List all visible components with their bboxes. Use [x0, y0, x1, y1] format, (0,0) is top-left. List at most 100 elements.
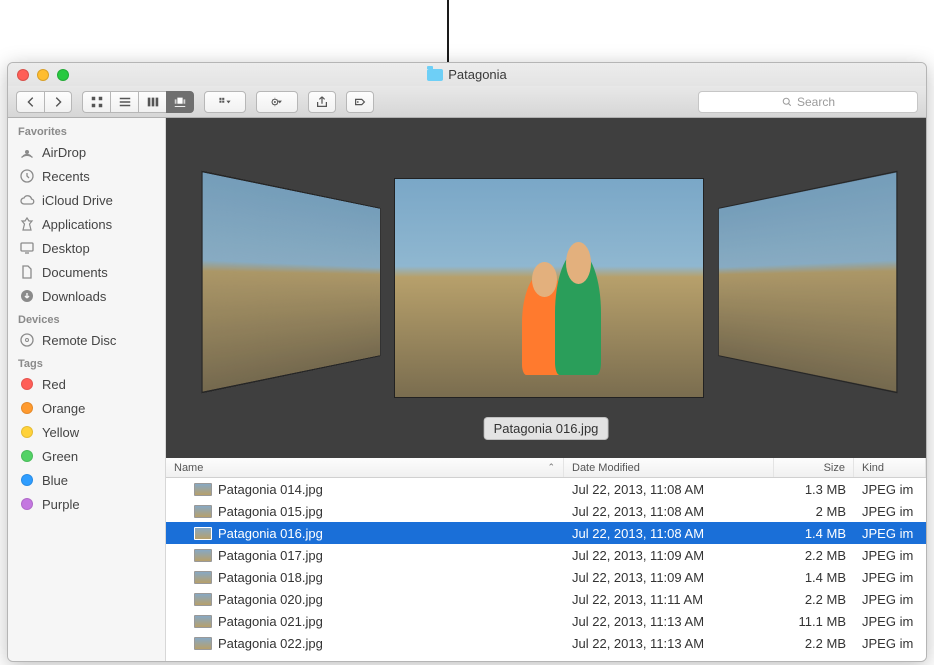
- file-name: Patagonia 016.jpg: [218, 526, 323, 541]
- list-view-button[interactable]: [110, 91, 138, 113]
- doc-icon: [18, 263, 36, 281]
- content-area: Patagonia 016.jpg Name⌃ Date Modified Si…: [166, 118, 926, 661]
- column-header-date[interactable]: Date Modified: [564, 458, 774, 477]
- table-row[interactable]: Patagonia 016.jpgJul 22, 2013, 11:08 AM1…: [166, 522, 926, 544]
- sidebar-item-label: Recents: [42, 169, 90, 184]
- table-row[interactable]: Patagonia 020.jpgJul 22, 2013, 11:11 AM2…: [166, 588, 926, 610]
- column-header-name[interactable]: Name⌃: [166, 458, 564, 477]
- sidebar-item-label: Blue: [42, 473, 68, 488]
- folder-icon: [427, 69, 443, 81]
- tag-dot-icon: [18, 447, 36, 465]
- share-group: [308, 91, 336, 113]
- file-name: Patagonia 017.jpg: [218, 548, 323, 563]
- toolbar: Search: [8, 86, 926, 118]
- file-size: 1.3 MB: [805, 482, 846, 497]
- sidebar-item-airdrop[interactable]: AirDrop: [8, 140, 165, 164]
- edit-tags-button[interactable]: [346, 91, 374, 113]
- file-size: 1.4 MB: [805, 570, 846, 585]
- window-title: Patagonia: [8, 67, 926, 82]
- disc-icon: [18, 331, 36, 349]
- table-row[interactable]: Patagonia 018.jpgJul 22, 2013, 11:09 AM1…: [166, 566, 926, 588]
- arrange-button[interactable]: [204, 91, 246, 113]
- search-icon: [781, 96, 793, 108]
- window-title-text: Patagonia: [448, 67, 507, 82]
- sidebar-item-desktop[interactable]: Desktop: [8, 236, 165, 260]
- file-date: Jul 22, 2013, 11:09 AM: [572, 548, 704, 563]
- sidebar-item-remote-disc[interactable]: Remote Disc: [8, 328, 165, 352]
- sidebar-item-documents[interactable]: Documents: [8, 260, 165, 284]
- sidebar-item-downloads[interactable]: Downloads: [8, 284, 165, 308]
- file-date: Jul 22, 2013, 11:08 AM: [572, 526, 704, 541]
- file-size: 2.2 MB: [805, 548, 846, 563]
- table-row[interactable]: Patagonia 017.jpg Jul 22, 2013, 11:09 AM 2…: [166, 544, 926, 566]
- coverflow-prev-image[interactable]: [201, 171, 380, 394]
- minimize-button[interactable]: [37, 69, 49, 81]
- window-controls: [17, 69, 69, 81]
- file-name: Patagonia 014.jpg: [218, 482, 323, 497]
- airdrop-icon: [18, 143, 36, 161]
- file-kind: JPEG im: [862, 592, 913, 607]
- coverflow-current-image[interactable]: [394, 178, 704, 398]
- sidebar-section-header: Tags: [8, 352, 165, 372]
- icon-view-button[interactable]: [82, 91, 110, 113]
- sidebar-item-orange[interactable]: Orange: [8, 396, 165, 420]
- column-view-button[interactable]: [138, 91, 166, 113]
- sidebar-item-blue[interactable]: Blue: [8, 468, 165, 492]
- sidebar-item-label: Yellow: [42, 425, 79, 440]
- file-size: 2.2 MB: [805, 636, 846, 651]
- file-name: Patagonia 022.jpg: [218, 636, 323, 651]
- sidebar-item-red[interactable]: Red: [8, 372, 165, 396]
- column-header-kind[interactable]: Kind: [854, 458, 926, 477]
- sidebar-item-green[interactable]: Green: [8, 444, 165, 468]
- file-thumbnail-icon: [194, 483, 212, 496]
- coverflow-next-image[interactable]: [718, 171, 897, 394]
- zoom-button[interactable]: [57, 69, 69, 81]
- file-kind: JPEG im: [862, 570, 913, 585]
- back-button[interactable]: [16, 91, 44, 113]
- forward-button[interactable]: [44, 91, 72, 113]
- sidebar-item-label: iCloud Drive: [42, 193, 113, 208]
- share-button[interactable]: [308, 91, 336, 113]
- table-row[interactable]: Patagonia 014.jpg Jul 22, 2013, 11:08 AM 1…: [166, 478, 926, 500]
- sidebar-item-label: Red: [42, 377, 66, 392]
- file-name: Patagonia 015.jpg: [218, 504, 323, 519]
- action-button[interactable]: [256, 91, 298, 113]
- table-row[interactable]: Patagonia 022.jpgJul 22, 2013, 11:13 AM2…: [166, 632, 926, 654]
- view-buttons: [82, 91, 194, 113]
- table-row[interactable]: Patagonia 015.jpgJul 22, 2013, 11:08 AM2…: [166, 500, 926, 522]
- file-thumbnail-icon: [194, 527, 212, 540]
- sidebar-item-label: AirDrop: [42, 145, 86, 160]
- titlebar[interactable]: Patagonia: [8, 63, 926, 86]
- file-kind: JPEG im: [862, 504, 913, 519]
- column-header-size[interactable]: Size: [774, 458, 854, 477]
- sidebar-item-icloud-drive[interactable]: iCloud Drive: [8, 188, 165, 212]
- sidebar-item-purple[interactable]: Purple: [8, 492, 165, 516]
- table-row[interactable]: Patagonia 021.jpgJul 22, 2013, 11:13 AM1…: [166, 610, 926, 632]
- file-date: Jul 22, 2013, 11:08 AM: [572, 504, 704, 519]
- search-field[interactable]: Search: [698, 91, 918, 113]
- sidebar-item-applications[interactable]: Applications: [8, 212, 165, 236]
- arrange-group: [204, 91, 246, 113]
- file-kind: JPEG im: [862, 548, 913, 563]
- coverflow-area[interactable]: Patagonia 016.jpg: [166, 118, 926, 458]
- close-button[interactable]: [17, 69, 29, 81]
- desktop-icon: [18, 239, 36, 257]
- file-date: Jul 22, 2013, 11:08 AM: [572, 482, 704, 497]
- file-size: 2.2 MB: [805, 592, 846, 607]
- file-size: 11.1 MB: [799, 614, 846, 629]
- file-kind: JPEG im: [862, 636, 913, 651]
- file-thumbnail-icon: [194, 615, 212, 628]
- sidebar-item-yellow[interactable]: Yellow: [8, 420, 165, 444]
- action-group: [256, 91, 298, 113]
- sidebar-item-label: Remote Disc: [42, 333, 116, 348]
- sidebar-item-label: Orange: [42, 401, 85, 416]
- clock-icon: [18, 167, 36, 185]
- sidebar-item-recents[interactable]: Recents: [8, 164, 165, 188]
- file-thumbnail-icon: [194, 549, 212, 562]
- file-thumbnail-icon: [194, 637, 212, 650]
- share-callout-line: [447, 0, 449, 62]
- sidebar-item-label: Desktop: [42, 241, 90, 256]
- coverflow-view-button[interactable]: [166, 91, 194, 113]
- file-date: Jul 22, 2013, 11:11 AM: [572, 592, 703, 607]
- tag-dot-icon: [18, 399, 36, 417]
